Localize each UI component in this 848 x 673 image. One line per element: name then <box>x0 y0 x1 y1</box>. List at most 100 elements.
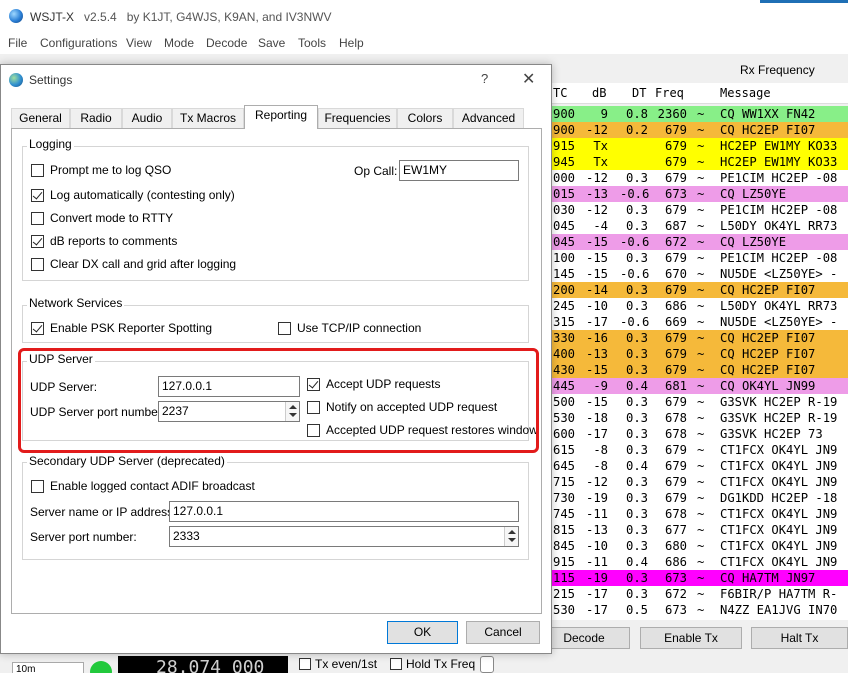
tab-colors[interactable]: Colors <box>397 108 453 128</box>
tab-frequencies[interactable]: Frequencies <box>318 108 397 128</box>
decode-row[interactable]: 745 -11 0.3 678 ~ CT1FCX OK4YL JN9 <box>548 506 848 522</box>
halt-tx-button[interactable]: Halt Tx <box>751 627 848 649</box>
decode-row[interactable]: 000 -12 0.3 679 ~ PE1CIM HC2EP -08 <box>548 170 848 186</box>
close-icon[interactable]: ✕ <box>522 69 535 89</box>
op-call-field[interactable]: EW1MY <box>399 160 519 181</box>
server-name-field[interactable]: 127.0.0.1 <box>169 501 519 522</box>
tx-even-checkbox[interactable]: Tx even/1st <box>299 657 377 671</box>
decode-row[interactable]: 530 -18 0.3 678 ~ G3SVK HC2EP R-19 <box>548 410 848 426</box>
server-port-field[interactable]: 2333 <box>169 526 519 547</box>
menu-decode[interactable]: Decode <box>206 36 247 50</box>
tcpip-box[interactable] <box>278 322 291 335</box>
decode-row[interactable]: 330 -16 0.3 679 ~ CQ HC2EP FI07 <box>548 330 848 346</box>
tab-reporting[interactable]: Reporting <box>244 105 318 129</box>
clear-dx-box[interactable] <box>31 258 44 271</box>
log-auto-box[interactable] <box>31 189 44 202</box>
rx-decode-list[interactable]: 900 9 0.8 2360 ~ CQ WW1XX FN42 900 -12 0.2 679 ~ CQ… <box>548 106 848 620</box>
tab-radio[interactable]: Radio <box>70 108 122 128</box>
menu-view[interactable]: View <box>126 36 152 50</box>
udp-port-field[interactable]: 2237 <box>158 401 300 422</box>
decode-freq: 678 <box>664 507 687 521</box>
menu-configurations[interactable]: Configurations <box>40 36 117 50</box>
decode-db: -19 <box>585 571 608 585</box>
decode-row[interactable]: 215 -17 0.3 672 ~ F6BIR/P HA7TM R- <box>548 586 848 602</box>
decode-db: -13 <box>585 347 608 361</box>
decode-dt: 0.5 <box>625 603 648 617</box>
udp-port-label: UDP Server port number: <box>30 405 166 419</box>
decode-row[interactable]: 315 -17 -0.6 669 ~ NU5DE <LZ50YE> - <box>548 314 848 330</box>
decode-row[interactable]: 045 -15 -0.6 672 ~ CQ LZ50YE <box>548 234 848 250</box>
tab-general[interactable]: General <box>11 108 70 128</box>
decode-row[interactable]: 845 -10 0.3 680 ~ CT1FCX OK4YL JN9 <box>548 538 848 554</box>
accept-udp-box[interactable] <box>307 378 320 391</box>
tab-advanced[interactable]: Advanced <box>453 108 524 128</box>
decode-row[interactable]: 715 -12 0.3 679 ~ CT1FCX OK4YL JN9 <box>548 474 848 490</box>
decode-row[interactable]: 915 -11 0.4 686 ~ CT1FCX OK4YL JN9 <box>548 554 848 570</box>
udp-server-field[interactable]: 127.0.0.1 <box>158 376 300 397</box>
decode-row[interactable]: 915 Tx 679 ~ HC2EP EW1MY KO33 <box>548 138 848 154</box>
band-select[interactable]: 10m <box>12 662 84 673</box>
secondary-udp-title: Secondary UDP Server (deprecated) <box>27 454 227 468</box>
decode-row[interactable]: 815 -13 0.3 677 ~ CT1FCX OK4YL JN9 <box>548 522 848 538</box>
reporting-panel: Logging Prompt me to log QSO Log automat… <box>11 128 542 614</box>
adif-broadcast-box[interactable] <box>31 480 44 493</box>
decode-message: CQ LZ50YE <box>720 235 787 249</box>
cancel-button[interactable]: Cancel <box>466 621 540 644</box>
ok-button[interactable]: OK <box>387 621 458 644</box>
decode-row[interactable]: 645 -8 0.4 679 ~ CT1FCX OK4YL JN9 <box>548 458 848 474</box>
decode-row[interactable]: 600 -17 0.3 678 ~ G3SVK HC2EP 73 <box>548 426 848 442</box>
hold-tx-checkbox[interactable]: Hold Tx Freq <box>390 657 475 671</box>
decode-row[interactable]: 900 -12 0.2 679 ~ CQ HC2EP FI07 <box>548 122 848 138</box>
decode-row[interactable]: 045 -4 0.3 687 ~ L50DY OK4YL RR73 <box>548 218 848 234</box>
decode-row[interactable]: 530 -17 0.5 673 ~ N4ZZ EA1JVG IN70 <box>548 602 848 618</box>
decode-utc: 445 <box>553 379 576 393</box>
enable-tx-button[interactable]: Enable Tx <box>640 627 742 649</box>
server-port-spinner[interactable] <box>504 527 518 546</box>
op-call-label: Op Call: <box>354 164 398 178</box>
decode-row[interactable]: 400 -13 0.3 679 ~ CQ HC2EP FI07 <box>548 346 848 362</box>
decode-dt: 0.3 <box>625 475 648 489</box>
convert-rtty-box[interactable] <box>31 212 44 225</box>
udp-port-spinner[interactable] <box>285 402 299 421</box>
tx-even-box[interactable] <box>299 658 311 670</box>
decode-row[interactable]: 500 -15 0.3 679 ~ G3SVK HC2EP R-19 <box>548 394 848 410</box>
decode-utc: 215 <box>553 587 576 601</box>
decode-row[interactable]: 900 9 0.8 2360 ~ CQ WW1XX FN42 <box>548 106 848 122</box>
tab-tx-macros[interactable]: Tx Macros <box>172 108 244 128</box>
decode-row[interactable]: 115 -19 0.3 673 ~ CQ HA7TM JN97 <box>548 570 848 586</box>
decode-row[interactable]: 245 -10 0.3 686 ~ L50DY OK4YL RR73 <box>548 298 848 314</box>
hold-tx-box[interactable] <box>390 658 402 670</box>
decode-row[interactable]: 615 -8 0.3 679 ~ CT1FCX OK4YL JN9 <box>548 442 848 458</box>
decode-row[interactable]: 030 -12 0.3 679 ~ PE1CIM HC2EP -08 <box>548 202 848 218</box>
decode-row[interactable]: 430 -15 0.3 679 ~ CQ HC2EP FI07 <box>548 362 848 378</box>
menu-mode[interactable]: Mode <box>164 36 194 50</box>
decode-row[interactable]: 100 -15 0.3 679 ~ PE1CIM HC2EP -08 <box>548 250 848 266</box>
db-reports-box[interactable] <box>31 235 44 248</box>
decode-db: -15 <box>585 251 608 265</box>
network-services-title: Network Services <box>27 296 125 310</box>
psk-reporter-box[interactable] <box>31 322 44 335</box>
decode-utc: 600 <box>553 427 576 441</box>
restore-window-box[interactable] <box>307 424 320 437</box>
decode-row[interactable]: 145 -15 -0.6 670 ~ NU5DE <LZ50YE> - <box>548 266 848 282</box>
decode-row[interactable]: 015 -13 -0.6 673 ~ CQ LZ50YE <box>548 186 848 202</box>
decode-row[interactable]: 445 -9 0.4 681 ~ CQ OK4YL JN99 <box>548 378 848 394</box>
main-window-title: WSJT-X v2.5.4 by K1JT, G4WJS, K9AN, and … <box>30 10 331 24</box>
decode-row[interactable]: 730 -19 0.3 679 ~ DG1KDD HC2EP -18 <box>548 490 848 506</box>
tx-spinner-fragment[interactable] <box>480 656 494 673</box>
menu-save[interactable]: Save <box>258 36 285 50</box>
decode-separator: ~ <box>697 427 705 441</box>
help-icon[interactable]: ? <box>481 71 488 86</box>
decode-freq: 672 <box>664 235 687 249</box>
prompt-log-qso-box[interactable] <box>31 164 44 177</box>
decode-row[interactable]: 945 Tx 679 ~ HC2EP EW1MY KO33 <box>548 154 848 170</box>
decode-db: -15 <box>585 395 608 409</box>
menu-file[interactable]: File <box>8 36 27 50</box>
decode-dt: 0.3 <box>625 491 648 505</box>
menu-tools[interactable]: Tools <box>298 36 326 50</box>
menu-help[interactable]: Help <box>339 36 364 50</box>
col-utc: TC <box>553 86 568 100</box>
decode-row[interactable]: 200 -14 0.3 679 ~ CQ HC2EP FI07 <box>548 282 848 298</box>
notify-udp-box[interactable] <box>307 401 320 414</box>
tab-audio[interactable]: Audio <box>122 108 172 128</box>
